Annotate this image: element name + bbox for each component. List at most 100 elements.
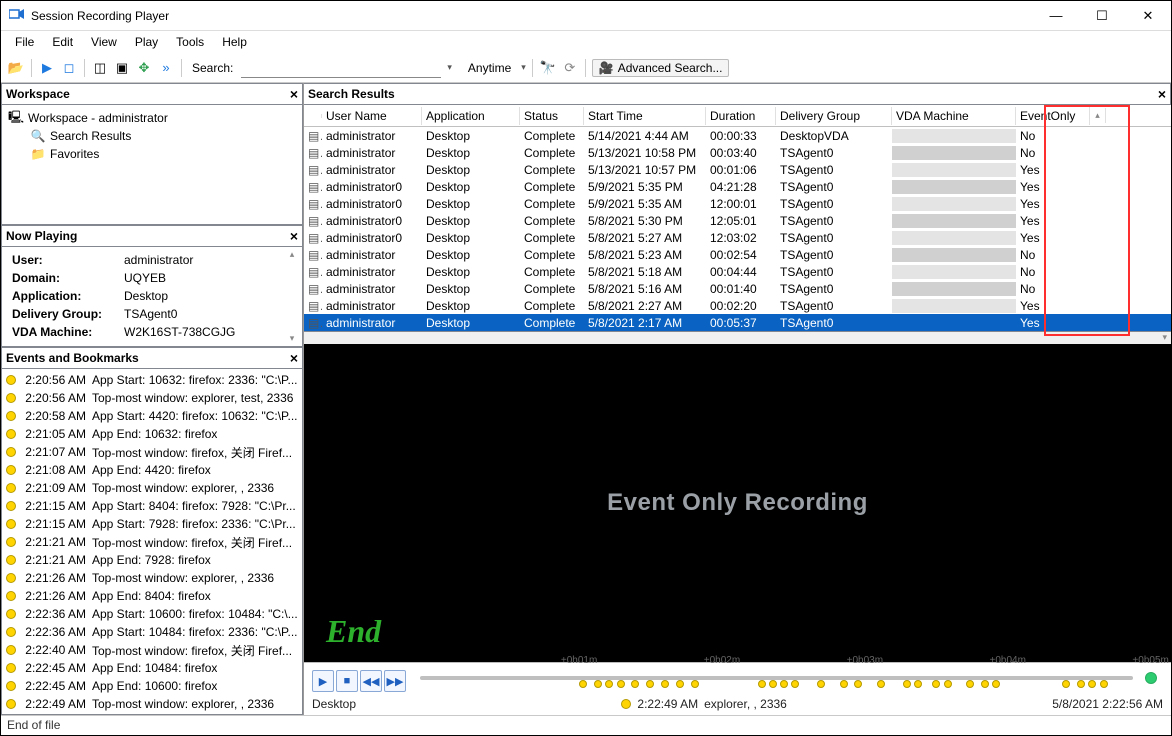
timeline-event-marker[interactable] xyxy=(992,680,1000,688)
table-row[interactable]: ▤administratorDesktopComplete5/8/2021 2:… xyxy=(304,297,1171,314)
event-row[interactable]: 2:22:40 AMTop-most window: firefox, 关闭 F… xyxy=(6,641,298,659)
timeline-event-marker[interactable] xyxy=(780,680,788,688)
now-playing-scrollbar[interactable]: ▴▾ xyxy=(284,249,300,344)
menu-view[interactable]: View xyxy=(83,33,125,51)
timeline-event-marker[interactable] xyxy=(676,680,684,688)
timeline-event-marker[interactable] xyxy=(903,680,911,688)
event-row[interactable]: 2:22:49 AMTop-most window: explorer, , 2… xyxy=(6,695,298,713)
event-row[interactable]: 2:22:45 AMApp End: 10484: firefox xyxy=(6,659,298,677)
event-row[interactable]: 2:21:15 AMApp Start: 8404: firefox: 7928… xyxy=(6,497,298,515)
timeline-event-marker[interactable] xyxy=(854,680,862,688)
col-dg[interactable]: Delivery Group xyxy=(776,107,892,125)
table-row[interactable]: ▤administrator0DesktopComplete5/8/2021 5… xyxy=(304,229,1171,246)
col-start[interactable]: Start Time xyxy=(584,107,706,125)
col-eventonly[interactable]: EventOnly xyxy=(1016,107,1090,125)
timeline-event-marker[interactable] xyxy=(1100,680,1108,688)
menu-tools[interactable]: Tools xyxy=(168,33,212,51)
timeline-event-marker[interactable] xyxy=(981,680,989,688)
play-icon[interactable]: ▶ xyxy=(38,59,56,77)
timeline-event-marker[interactable] xyxy=(661,680,669,688)
event-row[interactable]: 2:21:26 AMTop-most window: explorer, , 2… xyxy=(6,569,298,587)
timeline-track[interactable] xyxy=(420,676,1133,680)
timeline-event-marker[interactable] xyxy=(840,680,848,688)
table-row[interactable]: ▤administratorDesktopComplete5/13/2021 1… xyxy=(304,161,1171,178)
workspace-root[interactable]: 🖳 Workspace - administrator xyxy=(8,109,296,127)
playback-viewport[interactable]: Event Only Recording End xyxy=(304,344,1171,662)
timeline-event-marker[interactable] xyxy=(791,680,799,688)
now-playing-close-icon[interactable]: × xyxy=(290,228,298,244)
binoculars-icon[interactable]: 🔭 xyxy=(539,59,557,77)
event-row[interactable]: 2:21:26 AMApp End: 8404: firefox xyxy=(6,587,298,605)
timeline-event-marker[interactable] xyxy=(594,680,602,688)
timeline-event-marker[interactable] xyxy=(877,680,885,688)
results-scroll-up[interactable]: ▴ xyxy=(1090,108,1106,123)
advanced-search-button[interactable]: 🎥 Advanced Search... xyxy=(592,59,730,77)
col-dur[interactable]: Duration xyxy=(706,107,776,125)
timeline-event-marker[interactable] xyxy=(932,680,940,688)
event-row[interactable]: 2:20:58 AMApp Start: 4420: firefox: 1063… xyxy=(6,407,298,425)
stop-icon[interactable]: ◻ xyxy=(60,59,78,77)
timeline-event-marker[interactable] xyxy=(691,680,699,688)
pan-icon[interactable]: ✥ xyxy=(135,59,153,77)
table-row[interactable]: ▤administrator0DesktopComplete5/8/2021 5… xyxy=(304,212,1171,229)
timeline-event-marker[interactable] xyxy=(817,680,825,688)
open-icon[interactable]: 📂 xyxy=(7,59,25,77)
timeline-event-marker[interactable] xyxy=(966,680,974,688)
close-button[interactable]: ✕ xyxy=(1125,1,1171,31)
table-row[interactable]: ▤administratorDesktopComplete5/8/2021 5:… xyxy=(304,263,1171,280)
play-button[interactable]: ▶ xyxy=(312,670,334,692)
col-vda[interactable]: VDA Machine xyxy=(892,107,1016,125)
col-user[interactable]: User Name xyxy=(322,107,422,125)
table-row[interactable]: ▤administratorDesktopComplete5/13/2021 1… xyxy=(304,144,1171,161)
timeline-event-marker[interactable] xyxy=(631,680,639,688)
event-row[interactable]: 2:21:15 AMApp Start: 7928: firefox: 2336… xyxy=(6,515,298,533)
timeline-event-marker[interactable] xyxy=(914,680,922,688)
event-row[interactable]: 2:20:56 AMTop-most window: explorer, tes… xyxy=(6,389,298,407)
timeline-event-marker[interactable] xyxy=(944,680,952,688)
col-app[interactable]: Application xyxy=(422,107,520,125)
search-input[interactable] xyxy=(241,58,441,78)
timeline-event-marker[interactable] xyxy=(758,680,766,688)
forward-button[interactable]: ▶▶ xyxy=(384,670,406,692)
event-row[interactable]: 2:21:08 AMApp End: 4420: firefox xyxy=(6,461,298,479)
workspace-favorites[interactable]: 📁 Favorites xyxy=(8,145,296,163)
table-row[interactable]: ▤administratorDesktopComplete5/8/2021 5:… xyxy=(304,280,1171,297)
event-row[interactable]: 2:21:21 AMTop-most window: firefox, 关闭 F… xyxy=(6,533,298,551)
event-row[interactable]: 2:21:05 AMApp End: 10632: firefox xyxy=(6,425,298,443)
menu-edit[interactable]: Edit xyxy=(44,33,81,51)
refresh-icon[interactable]: ⟳ xyxy=(561,59,579,77)
timeline-event-marker[interactable] xyxy=(1077,680,1085,688)
search-field-dropdown[interactable]: ▾ xyxy=(447,62,452,73)
time-filter-arrow[interactable]: ▾ xyxy=(521,62,526,73)
time-filter-dropdown[interactable]: Anytime xyxy=(464,61,515,75)
event-row[interactable]: 2:21:21 AMApp End: 7928: firefox xyxy=(6,551,298,569)
results-scroll-down[interactable]: ▾ xyxy=(304,332,1171,344)
event-row[interactable]: 2:21:09 AMTop-most window: explorer, , 2… xyxy=(6,479,298,497)
results-rows[interactable]: ▤administratorDesktopComplete5/14/2021 4… xyxy=(304,127,1171,332)
table-row[interactable]: ▤administrator0DesktopComplete5/9/2021 5… xyxy=(304,178,1171,195)
timeline-event-marker[interactable] xyxy=(769,680,777,688)
event-row[interactable]: 2:20:56 AMApp Start: 10632: firefox: 233… xyxy=(6,371,298,389)
menu-file[interactable]: File xyxy=(7,33,42,51)
event-row[interactable]: 2:21:07 AMTop-most window: firefox, 关闭 F… xyxy=(6,443,298,461)
timeline[interactable]: +0h01m+0h02m+0h03m+0h04m+0h05m xyxy=(420,666,1163,696)
timeline-event-marker[interactable] xyxy=(646,680,654,688)
timeline-event-marker[interactable] xyxy=(579,680,587,688)
table-row[interactable]: ▤administratorDesktopComplete5/14/2021 4… xyxy=(304,127,1171,144)
timeline-event-marker[interactable] xyxy=(605,680,613,688)
timeline-event-marker[interactable] xyxy=(1062,680,1070,688)
event-row[interactable]: 2:22:45 AMApp End: 10600: firefox xyxy=(6,677,298,695)
fit-window-icon[interactable]: ▣ xyxy=(113,59,131,77)
stop-button[interactable]: ■ xyxy=(336,670,358,692)
event-row[interactable]: 2:22:36 AMApp Start: 10600: firefox: 104… xyxy=(6,605,298,623)
minimize-button[interactable]: — xyxy=(1033,1,1079,31)
menu-help[interactable]: Help xyxy=(214,33,255,51)
event-row[interactable]: 2:22:36 AMApp Start: 10484: firefox: 233… xyxy=(6,623,298,641)
menu-play[interactable]: Play xyxy=(127,33,166,51)
maximize-button[interactable]: ☐ xyxy=(1079,1,1125,31)
thumbnail-icon[interactable]: ◫ xyxy=(91,59,109,77)
events-close-icon[interactable]: × xyxy=(290,350,298,366)
workspace-search-results[interactable]: 🔍 Search Results xyxy=(8,127,296,145)
skip-icon[interactable]: » xyxy=(157,59,175,77)
rewind-button[interactable]: ◀◀ xyxy=(360,670,382,692)
